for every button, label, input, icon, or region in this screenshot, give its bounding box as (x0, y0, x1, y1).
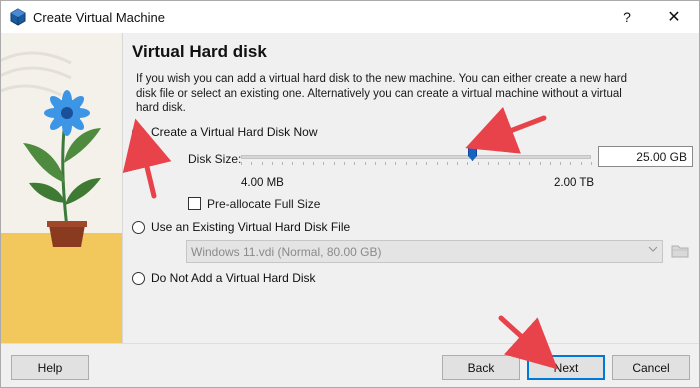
slider-tick (354, 162, 356, 165)
preallocate-checkbox[interactable] (188, 197, 201, 210)
next-button[interactable]: Next (527, 355, 605, 380)
slider-tick (477, 162, 479, 165)
disk-size-slider-ticks (241, 162, 592, 166)
slider-tick (405, 162, 407, 165)
page-title: Virtual Hard disk (132, 42, 267, 61)
slider-tick (560, 162, 562, 165)
virtualbox-icon (10, 8, 26, 26)
use-existing-disk-radio[interactable] (132, 220, 145, 234)
slider-tick (467, 162, 469, 165)
window-title: Create Virtual Machine (33, 10, 165, 25)
use-existing-disk-option[interactable]: Use an Existing Virtual Hard Disk File (132, 220, 350, 234)
create-disk-now-option[interactable]: Create a Virtual Hard Disk Now (132, 125, 318, 139)
create-vm-dialog: Create Virtual Machine ? ✕ Virtual Hard … (0, 0, 700, 388)
slider-tick (446, 162, 448, 165)
create-disk-now-radio[interactable] (132, 125, 145, 139)
slider-tick (508, 162, 510, 165)
folder-icon[interactable] (669, 240, 691, 262)
slider-tick (395, 162, 397, 165)
wizard-illustration (1, 33, 123, 343)
create-disk-now-label: Create a Virtual Hard Disk Now (151, 125, 318, 139)
use-existing-disk-label: Use an Existing Virtual Hard Disk File (151, 220, 351, 234)
slider-tick (580, 162, 582, 165)
slider-tick (549, 162, 551, 165)
no-disk-radio[interactable] (132, 271, 145, 285)
slider-tick (292, 162, 294, 165)
slider-tick (313, 162, 315, 165)
slider-tick (333, 162, 335, 165)
slider-tick (498, 162, 500, 165)
slider-tick (518, 162, 520, 165)
slider-tick (261, 162, 263, 165)
slider-tick (416, 162, 417, 165)
disk-size-min-label: 4.00 MB (241, 177, 284, 189)
slider-tick (529, 162, 531, 165)
help-icon[interactable]: ? (607, 1, 647, 33)
slider-tick (323, 162, 325, 165)
slider-tick (251, 162, 253, 165)
slider-tick (364, 162, 366, 165)
slider-tick (271, 162, 273, 165)
slider-tick (343, 162, 345, 165)
cancel-button[interactable]: Cancel (612, 355, 690, 380)
no-disk-label: Do Not Add a Virtual Hard Disk (151, 271, 316, 285)
disk-size-max-label: 2.00 TB (554, 177, 595, 189)
title-bar: Create Virtual Machine ? ✕ (1, 1, 699, 33)
slider-tick (488, 162, 490, 165)
slider-tick (436, 162, 438, 165)
close-icon[interactable]: ✕ (649, 1, 699, 33)
page-description: If you wish you can add a virtual hard d… (136, 73, 627, 114)
slider-tick (385, 162, 387, 165)
slider-tick (591, 162, 592, 165)
slider-tick (539, 162, 541, 165)
disk-size-label: Disk Size: (188, 152, 242, 166)
existing-disk-select[interactable]: Windows 11.vdi (Normal, 80.00 GB) (186, 240, 663, 263)
slider-tick (282, 162, 284, 165)
slider-tick (457, 162, 459, 165)
preallocate-label: Pre-allocate Full Size (207, 197, 321, 211)
help-button[interactable]: Help (11, 355, 89, 380)
slider-tick (241, 162, 242, 165)
back-button[interactable]: Back (442, 355, 520, 380)
disk-size-input[interactable]: 25.00 GB (598, 146, 693, 167)
slider-tick (302, 162, 304, 165)
slider-tick (426, 162, 428, 165)
no-disk-option[interactable]: Do Not Add a Virtual Hard Disk (132, 271, 316, 285)
disk-size-slider-track[interactable] (241, 155, 591, 159)
wizard-content: Virtual Hard disk If you wish you can ad… (1, 33, 699, 343)
slider-tick (374, 162, 376, 165)
existing-disk-select-value: Windows 11.vdi (Normal, 80.00 GB) (191, 245, 382, 259)
slider-tick (570, 162, 572, 165)
chevron-down-icon (648, 246, 658, 252)
